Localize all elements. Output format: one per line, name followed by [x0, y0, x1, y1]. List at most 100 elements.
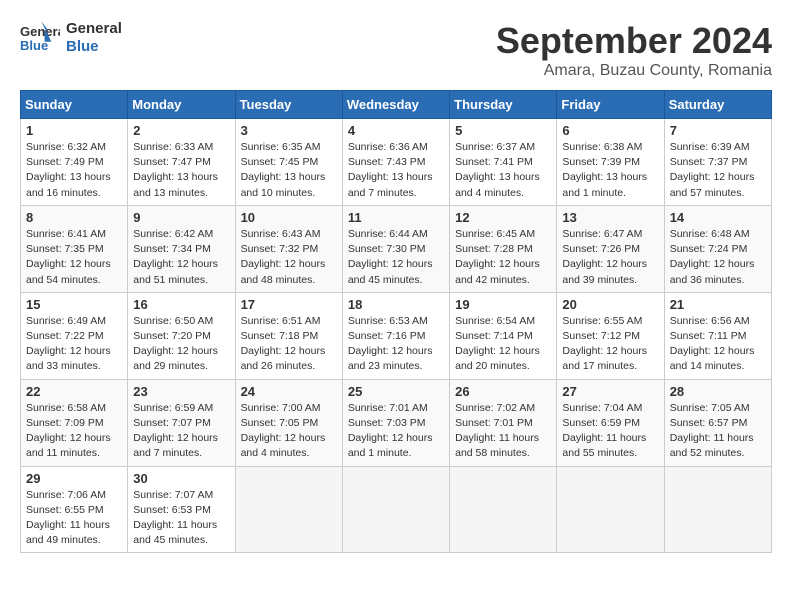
calendar-cell: 27 Sunrise: 7:04 AM Sunset: 6:59 PM Dayli… [557, 379, 664, 466]
day-info: Sunrise: 6:39 AM Sunset: 7:37 PM Dayligh… [670, 140, 766, 201]
calendar-cell: 6 Sunrise: 6:38 AM Sunset: 7:39 PM Daylig… [557, 119, 664, 206]
day-info: Sunrise: 6:50 AM Sunset: 7:20 PM Dayligh… [133, 314, 229, 375]
day-number: 20 [562, 297, 658, 312]
day-number: 23 [133, 384, 229, 399]
day-info: Sunrise: 7:00 AM Sunset: 7:05 PM Dayligh… [241, 401, 337, 462]
day-number: 19 [455, 297, 551, 312]
weekday-header-friday: Friday [557, 91, 664, 119]
day-info: Sunrise: 6:32 AM Sunset: 7:49 PM Dayligh… [26, 140, 122, 201]
calendar-table: SundayMondayTuesdayWednesdayThursdayFrid… [20, 90, 772, 553]
day-info: Sunrise: 7:01 AM Sunset: 7:03 PM Dayligh… [348, 401, 444, 462]
calendar-subtitle: Amara, Buzau County, Romania [496, 62, 772, 80]
day-info: Sunrise: 6:55 AM Sunset: 7:12 PM Dayligh… [562, 314, 658, 375]
calendar-cell: 18 Sunrise: 6:53 AM Sunset: 7:16 PM Dayli… [342, 292, 449, 379]
calendar-cell: 29 Sunrise: 7:06 AM Sunset: 6:55 PM Dayli… [21, 466, 128, 553]
calendar-cell: 13Sunrise: 6:47 AM Sunset: 7:26 PM Dayli… [557, 205, 664, 292]
weekday-header-sunday: Sunday [21, 91, 128, 119]
calendar-cell: 5Sunrise: 6:37 AM Sunset: 7:41 PM Daylig… [450, 119, 557, 206]
day-info: Sunrise: 6:59 AM Sunset: 7:07 PM Dayligh… [133, 401, 229, 462]
svg-text:General: General [20, 24, 60, 39]
day-number: 18 [348, 297, 444, 312]
day-info: Sunrise: 6:44 AM Sunset: 7:30 PM Dayligh… [348, 227, 444, 288]
day-number: 17 [241, 297, 337, 312]
day-info: Sunrise: 6:43 AM Sunset: 7:32 PM Dayligh… [241, 227, 337, 288]
day-number: 30 [133, 471, 229, 486]
day-info: Sunrise: 7:06 AM Sunset: 6:55 PM Dayligh… [26, 488, 122, 549]
day-info: Sunrise: 6:49 AM Sunset: 7:22 PM Dayligh… [26, 314, 122, 375]
calendar-cell: 19Sunrise: 6:54 AM Sunset: 7:14 PM Dayli… [450, 292, 557, 379]
calendar-cell: 30 Sunrise: 7:07 AM Sunset: 6:53 PM Dayli… [128, 466, 235, 553]
day-info: Sunrise: 6:33 AM Sunset: 7:47 PM Dayligh… [133, 140, 229, 201]
logo-line1: General [66, 20, 122, 38]
day-number: 13 [562, 210, 658, 225]
day-number: 25 [348, 384, 444, 399]
day-info: Sunrise: 6:53 AM Sunset: 7:16 PM Dayligh… [348, 314, 444, 375]
calendar-week-5: 29 Sunrise: 7:06 AM Sunset: 6:55 PM Dayli… [21, 466, 772, 553]
day-number: 3 [241, 123, 337, 138]
calendar-cell: 10 Sunrise: 6:43 AM Sunset: 7:32 PM Dayli… [235, 205, 342, 292]
day-info: Sunrise: 7:05 AM Sunset: 6:57 PM Dayligh… [670, 401, 766, 462]
day-info: Sunrise: 6:48 AM Sunset: 7:24 PM Dayligh… [670, 227, 766, 288]
page-header: General Blue General Blue September 2024… [20, 20, 772, 80]
calendar-cell: 22Sunrise: 6:58 AM Sunset: 7:09 PM Dayli… [21, 379, 128, 466]
calendar-week-2: 8 Sunrise: 6:41 AM Sunset: 7:35 PM Daylig… [21, 205, 772, 292]
day-info: Sunrise: 7:02 AM Sunset: 7:01 PM Dayligh… [455, 401, 551, 462]
day-info: Sunrise: 6:41 AM Sunset: 7:35 PM Dayligh… [26, 227, 122, 288]
calendar-cell [235, 466, 342, 553]
day-number: 4 [348, 123, 444, 138]
calendar-cell: 11 Sunrise: 6:44 AM Sunset: 7:30 PM Dayli… [342, 205, 449, 292]
calendar-cell [664, 466, 771, 553]
calendar-cell: 12 Sunrise: 6:45 AM Sunset: 7:28 PM Dayli… [450, 205, 557, 292]
calendar-cell: 26 Sunrise: 7:02 AM Sunset: 7:01 PM Dayli… [450, 379, 557, 466]
calendar-body: 1Sunrise: 6:32 AM Sunset: 7:49 PM Daylig… [21, 119, 772, 553]
logo-line2: Blue [66, 38, 122, 56]
weekday-header-saturday: Saturday [664, 91, 771, 119]
weekday-header-tuesday: Tuesday [235, 91, 342, 119]
day-number: 22 [26, 384, 122, 399]
day-info: Sunrise: 6:56 AM Sunset: 7:11 PM Dayligh… [670, 314, 766, 375]
day-info: Sunrise: 7:07 AM Sunset: 6:53 PM Dayligh… [133, 488, 229, 549]
day-info: Sunrise: 6:51 AM Sunset: 7:18 PM Dayligh… [241, 314, 337, 375]
day-number: 9 [133, 210, 229, 225]
calendar-cell: 4Sunrise: 6:36 AM Sunset: 7:43 PM Daylig… [342, 119, 449, 206]
day-number: 29 [26, 471, 122, 486]
logo: General Blue General Blue [20, 20, 122, 56]
day-info: Sunrise: 7:04 AM Sunset: 6:59 PM Dayligh… [562, 401, 658, 462]
calendar-header: SundayMondayTuesdayWednesdayThursdayFrid… [21, 91, 772, 119]
day-info: Sunrise: 6:37 AM Sunset: 7:41 PM Dayligh… [455, 140, 551, 201]
calendar-cell: 23 Sunrise: 6:59 AM Sunset: 7:07 PM Dayli… [128, 379, 235, 466]
svg-text:Blue: Blue [20, 38, 48, 53]
calendar-cell: 20 Sunrise: 6:55 AM Sunset: 7:12 PM Dayli… [557, 292, 664, 379]
calendar-cell [557, 466, 664, 553]
day-info: Sunrise: 6:35 AM Sunset: 7:45 PM Dayligh… [241, 140, 337, 201]
day-number: 14 [670, 210, 766, 225]
calendar-cell: 1Sunrise: 6:32 AM Sunset: 7:49 PM Daylig… [21, 119, 128, 206]
calendar-week-3: 15Sunrise: 6:49 AM Sunset: 7:22 PM Dayli… [21, 292, 772, 379]
calendar-cell: 24Sunrise: 7:00 AM Sunset: 7:05 PM Dayli… [235, 379, 342, 466]
calendar-cell: 3 Sunrise: 6:35 AM Sunset: 7:45 PM Daylig… [235, 119, 342, 206]
calendar-title: September 2024 [496, 20, 772, 62]
day-number: 27 [562, 384, 658, 399]
title-section: September 2024 Amara, Buzau County, Roma… [496, 20, 772, 80]
day-number: 8 [26, 210, 122, 225]
calendar-cell [342, 466, 449, 553]
weekday-header-row: SundayMondayTuesdayWednesdayThursdayFrid… [21, 91, 772, 119]
day-info: Sunrise: 6:38 AM Sunset: 7:39 PM Dayligh… [562, 140, 658, 201]
calendar-week-4: 22Sunrise: 6:58 AM Sunset: 7:09 PM Dayli… [21, 379, 772, 466]
calendar-cell: 21 Sunrise: 6:56 AM Sunset: 7:11 PM Dayli… [664, 292, 771, 379]
calendar-cell: 17 Sunrise: 6:51 AM Sunset: 7:18 PM Dayli… [235, 292, 342, 379]
day-number: 26 [455, 384, 551, 399]
calendar-cell: 7Sunrise: 6:39 AM Sunset: 7:37 PM Daylig… [664, 119, 771, 206]
calendar-cell: 28Sunrise: 7:05 AM Sunset: 6:57 PM Dayli… [664, 379, 771, 466]
calendar-cell: 2 Sunrise: 6:33 AM Sunset: 7:47 PM Daylig… [128, 119, 235, 206]
day-number: 11 [348, 210, 444, 225]
calendar-week-1: 1Sunrise: 6:32 AM Sunset: 7:49 PM Daylig… [21, 119, 772, 206]
day-info: Sunrise: 6:45 AM Sunset: 7:28 PM Dayligh… [455, 227, 551, 288]
day-number: 2 [133, 123, 229, 138]
day-number: 6 [562, 123, 658, 138]
day-number: 21 [670, 297, 766, 312]
weekday-header-thursday: Thursday [450, 91, 557, 119]
weekday-header-monday: Monday [128, 91, 235, 119]
day-number: 12 [455, 210, 551, 225]
day-number: 10 [241, 210, 337, 225]
